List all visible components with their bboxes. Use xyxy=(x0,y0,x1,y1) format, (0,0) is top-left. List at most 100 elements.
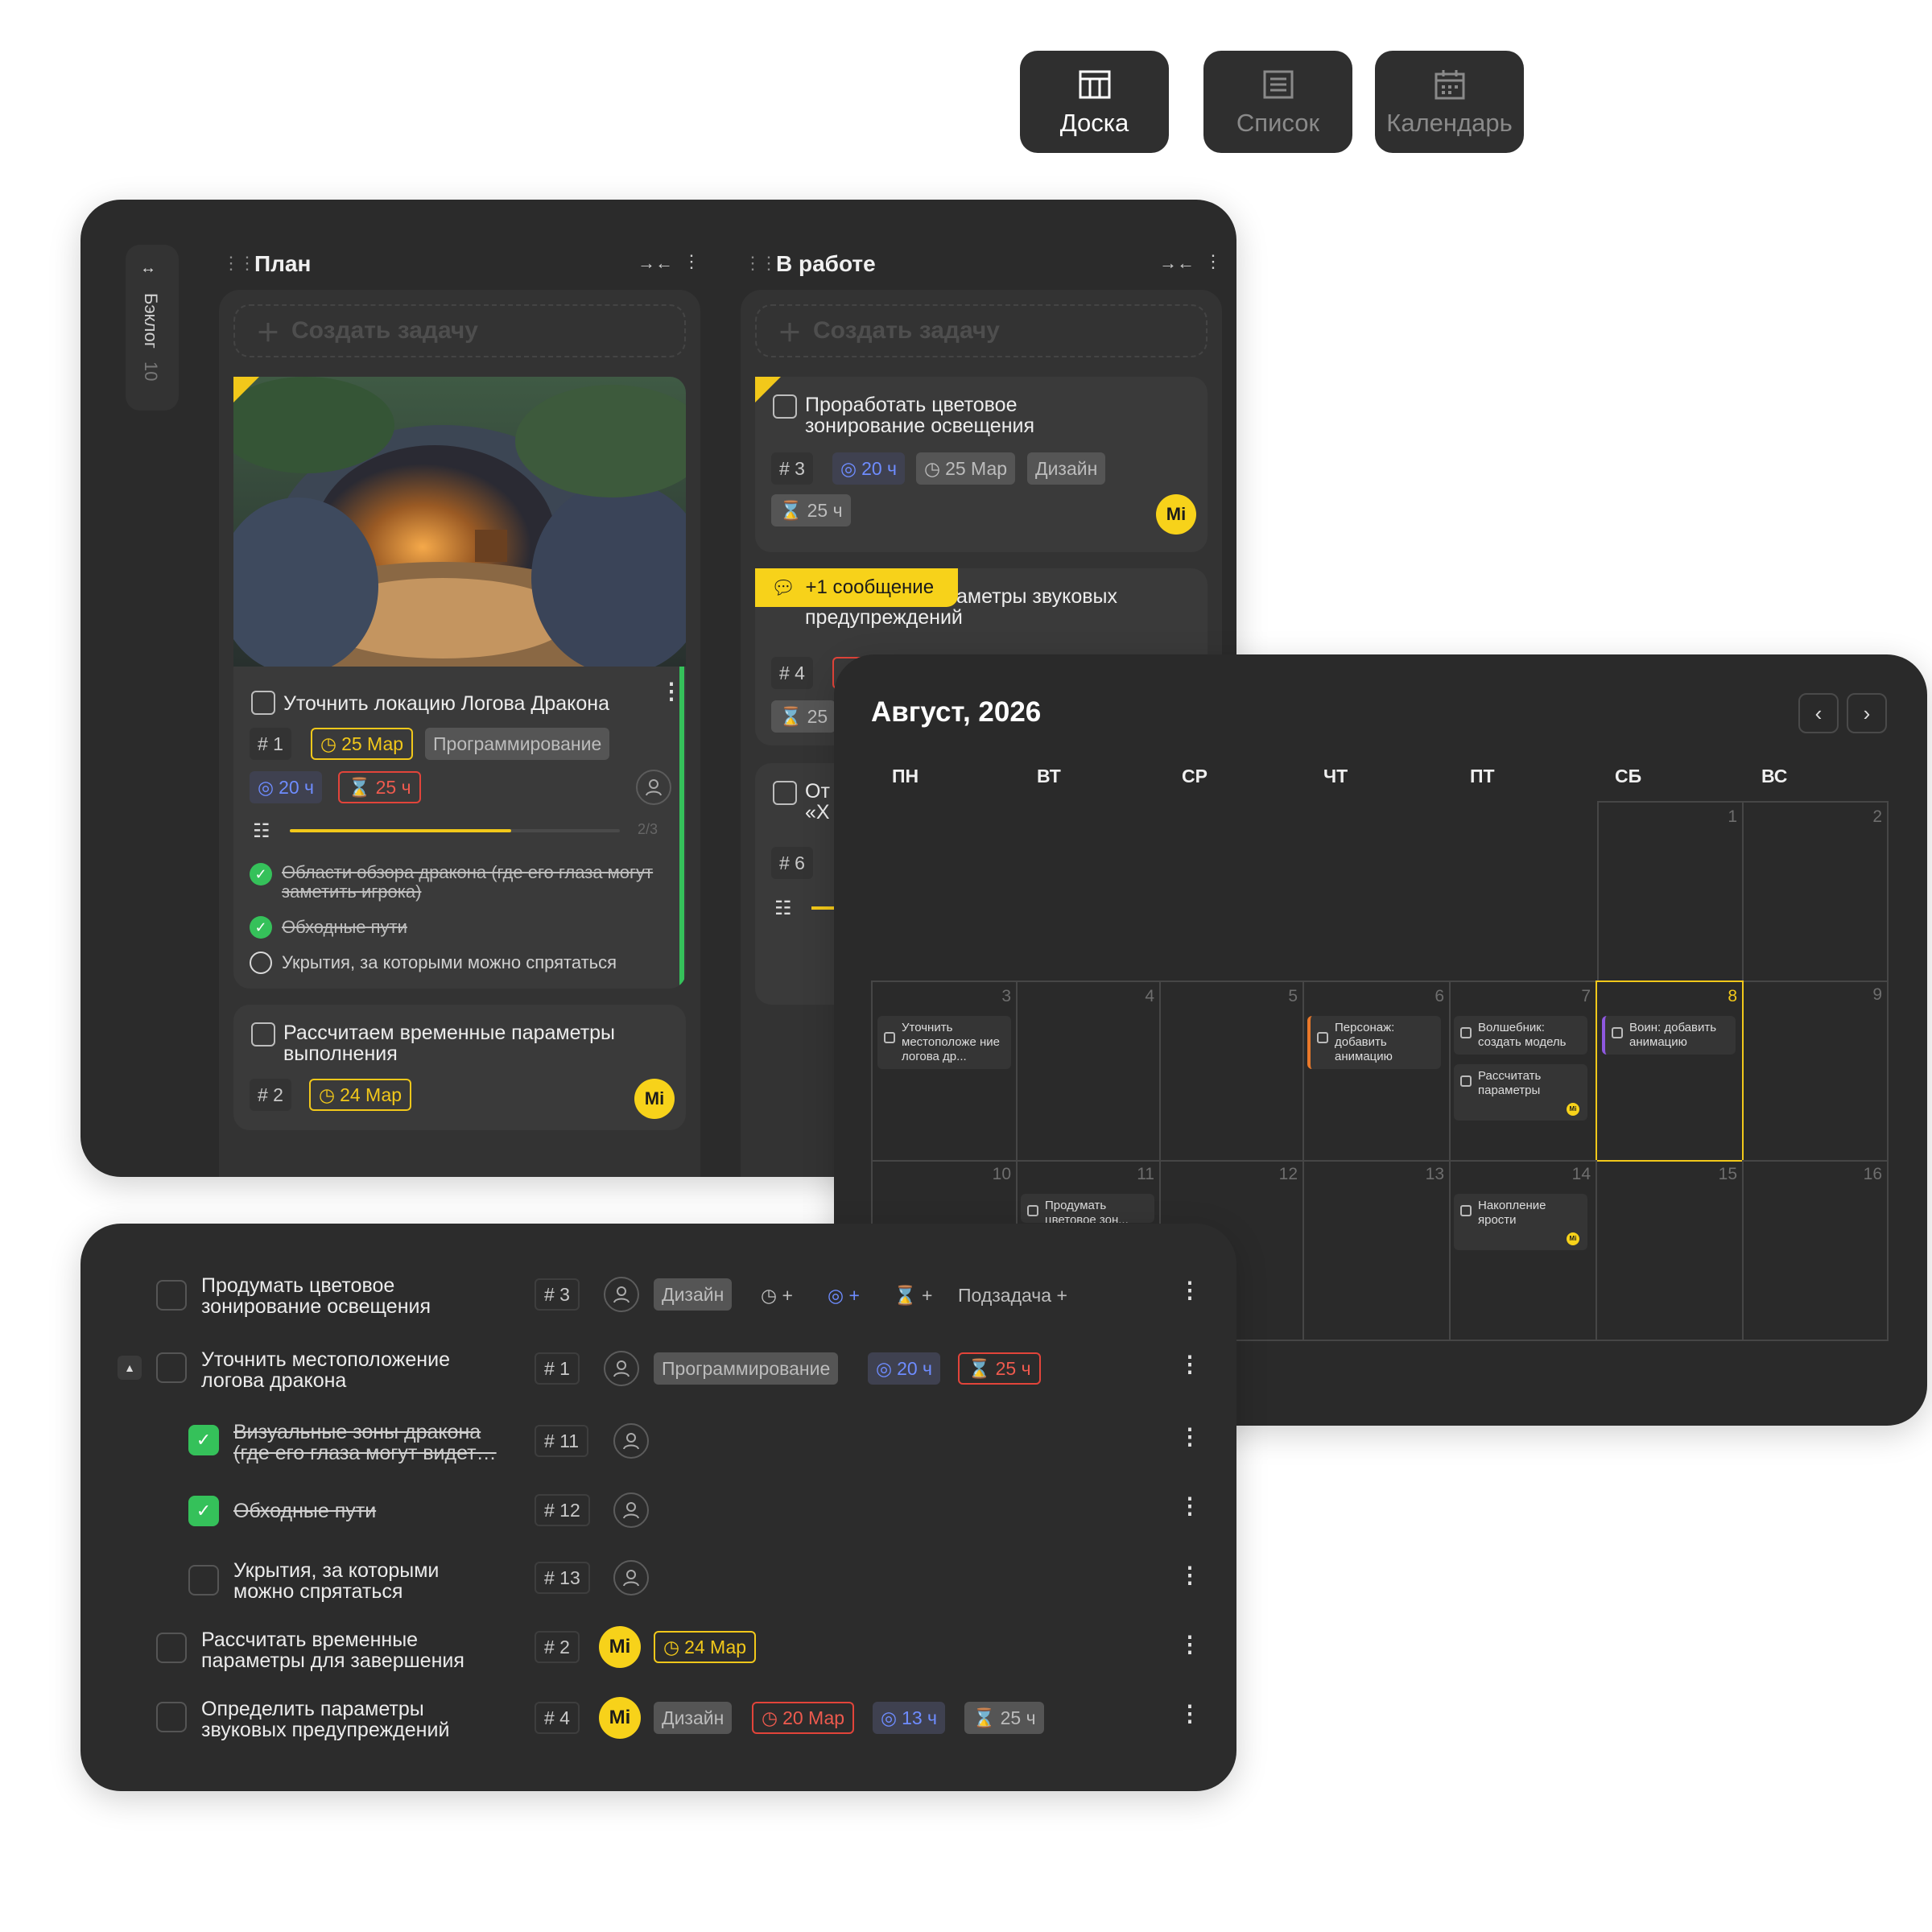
day-cell[interactable]: 13 xyxy=(1302,1160,1451,1341)
spent-chip[interactable]: ⌛ 25 ч xyxy=(338,771,421,803)
task-checkbox[interactable] xyxy=(773,781,797,805)
event-checkbox[interactable] xyxy=(1027,1205,1038,1216)
avatar[interactable]: Mi xyxy=(1156,494,1196,535)
calendar-event[interactable]: Персонаж: добавить анимацию xyxy=(1307,1016,1441,1069)
task-checkbox[interactable] xyxy=(156,1352,187,1383)
add-date-button[interactable]: ◷ + xyxy=(761,1285,793,1307)
event-checkbox[interactable] xyxy=(1612,1027,1623,1038)
task-card[interactable]: Уточнить локацию Логова Дракона ⋮ # 1 ◷ 2… xyxy=(233,377,686,989)
task-checkbox[interactable] xyxy=(251,691,275,715)
spent-chip[interactable]: ⌛ 25 ч xyxy=(964,1702,1044,1734)
calendar-event[interactable]: Накопление ярости Mi xyxy=(1454,1194,1587,1250)
event-checkbox[interactable] xyxy=(1460,1027,1472,1038)
day-cell[interactable]: 7 Волшебник: создать модель Рассчитать п… xyxy=(1449,980,1597,1162)
day-cell[interactable]: 16 xyxy=(1742,1160,1889,1341)
row-menu-icon[interactable]: ⋮ xyxy=(1179,1495,1201,1517)
row-menu-icon[interactable]: ⋮ xyxy=(1179,1703,1201,1725)
event-checkbox[interactable] xyxy=(1460,1075,1472,1087)
column-menu-icon[interactable]: ⋮ xyxy=(683,251,700,272)
due-date-chip[interactable]: ◷ 24 Мар xyxy=(309,1079,412,1111)
day-cell[interactable]: 15 xyxy=(1596,1160,1744,1341)
day-cell[interactable]: 1 xyxy=(1597,801,1744,982)
task-checkbox[interactable] xyxy=(156,1280,187,1311)
subtask-done-icon[interactable]: ✓ xyxy=(250,863,272,886)
estimate-chip[interactable]: ◎ 20 ч xyxy=(868,1352,941,1385)
due-date-chip[interactable]: ◷ 24 Мар xyxy=(654,1631,757,1663)
estimate-chip[interactable]: ◎ 20 ч xyxy=(250,771,323,803)
assignee-placeholder-icon[interactable] xyxy=(604,1277,639,1312)
view-board-button[interactable]: Доска xyxy=(1020,51,1169,153)
row-menu-icon[interactable]: ⋮ xyxy=(1179,1564,1201,1587)
task-menu-icon[interactable]: ⋮ xyxy=(660,680,683,703)
tag-chip[interactable]: Программирование xyxy=(425,728,610,760)
assignee-placeholder-icon[interactable] xyxy=(613,1560,649,1596)
subtask-checkbox[interactable]: ✓ xyxy=(188,1496,219,1526)
row-menu-icon[interactable]: ⋮ xyxy=(1179,1426,1201,1448)
estimate-chip[interactable]: ◎ 20 ч xyxy=(832,452,906,485)
new-message-badge[interactable]: 💬︎ +1 сообщение xyxy=(755,568,959,607)
event-checkbox[interactable] xyxy=(1317,1032,1328,1043)
collapse-column-icon[interactable]: →← xyxy=(1159,253,1195,274)
task-checkbox[interactable] xyxy=(156,1633,187,1663)
avatar[interactable]: Mi xyxy=(599,1697,641,1739)
avatar[interactable]: Mi xyxy=(1567,1103,1579,1116)
create-task-button[interactable]: ＋ Создать задачу xyxy=(233,304,686,357)
due-date-chip[interactable]: ◷ 25 Мар xyxy=(916,452,1016,485)
row-menu-icon[interactable]: ⋮ xyxy=(1179,1633,1201,1656)
avatar[interactable]: Mi xyxy=(599,1626,641,1668)
add-subtask-button[interactable]: Подзадача + xyxy=(958,1285,1067,1307)
assignee-placeholder-icon[interactable] xyxy=(604,1351,639,1386)
event-checkbox[interactable] xyxy=(884,1032,895,1043)
collapse-toggle[interactable]: ▲ xyxy=(118,1356,142,1380)
calendar-event[interactable]: Воин: добавить анимацию xyxy=(1602,1016,1736,1055)
calendar-event[interactable]: Рассчитать параметры Mi xyxy=(1454,1064,1587,1121)
assignee-placeholder-icon[interactable] xyxy=(636,770,671,805)
due-date-chip[interactable]: ◷ 20 Мар xyxy=(752,1702,855,1734)
assignee-placeholder-icon[interactable] xyxy=(613,1492,649,1528)
avatar[interactable]: Mi xyxy=(634,1079,675,1119)
task-card[interactable]: Рассчитаем временные параметры выполнени… xyxy=(233,1005,686,1130)
collapse-column-icon[interactable]: →← xyxy=(638,253,673,274)
day-cell[interactable]: 5 xyxy=(1159,980,1304,1162)
next-month-button[interactable]: › xyxy=(1847,693,1887,733)
day-cell[interactable]: 9 xyxy=(1742,980,1889,1162)
view-calendar-button[interactable]: Календарь xyxy=(1375,51,1524,153)
create-task-button[interactable]: ＋ Создать задачу xyxy=(755,304,1208,357)
avatar[interactable]: Mi xyxy=(1567,1232,1579,1245)
tag-chip[interactable]: Программирование xyxy=(654,1352,839,1385)
add-estimate-button[interactable]: ◎ + xyxy=(828,1285,860,1307)
task-card[interactable]: Проработать цветовое зонирование освещен… xyxy=(755,377,1208,552)
tag-chip[interactable]: Дизайн xyxy=(654,1278,733,1311)
add-spent-button[interactable]: ⌛ + xyxy=(894,1285,932,1307)
calendar-event[interactable]: Волшебник: создать модель xyxy=(1454,1016,1587,1055)
day-cell[interactable]: 3 Уточнить местоположе ние логова др... xyxy=(871,980,1018,1162)
calendar-event[interactable]: Продумать цветовое зон... xyxy=(1021,1194,1154,1223)
subtask-done-icon[interactable]: ✓ xyxy=(250,916,272,939)
task-checkbox[interactable] xyxy=(156,1702,187,1732)
day-cell[interactable]: 4 xyxy=(1016,980,1161,1162)
day-cell[interactable]: 14 Накопление ярости Mi xyxy=(1449,1160,1597,1341)
tag-chip[interactable]: Дизайн xyxy=(654,1702,733,1734)
subtask-checkbox[interactable]: ✓ xyxy=(188,1425,219,1455)
row-menu-icon[interactable]: ⋮ xyxy=(1179,1279,1201,1302)
subtask-checkbox[interactable] xyxy=(188,1565,219,1596)
spent-chip[interactable]: ⌛ 25 xyxy=(771,700,836,733)
assignee-placeholder-icon[interactable] xyxy=(613,1423,649,1459)
due-date-chip[interactable]: ◷ 25 Мар xyxy=(311,728,414,760)
drag-handle-icon[interactable]: ⋮⋮ xyxy=(222,253,256,274)
task-checkbox[interactable] xyxy=(251,1022,275,1046)
drag-handle-icon[interactable]: ⋮⋮ xyxy=(744,253,778,274)
backlog-collapsed[interactable]: ↔ Бэклог 10 xyxy=(126,245,179,411)
view-list-button[interactable]: Список xyxy=(1203,51,1352,153)
tag-chip[interactable]: Дизайн xyxy=(1027,452,1106,485)
spent-chip[interactable]: ⌛ 25 ч xyxy=(771,494,851,526)
row-menu-icon[interactable]: ⋮ xyxy=(1179,1353,1201,1376)
spent-chip[interactable]: ⌛ 25 ч xyxy=(958,1352,1041,1385)
event-checkbox[interactable] xyxy=(1460,1205,1472,1216)
estimate-chip[interactable]: ◎ 13 ч xyxy=(873,1702,946,1734)
day-cell[interactable]: 6 Персонаж: добавить анимацию xyxy=(1302,980,1451,1162)
calendar-event[interactable]: Уточнить местоположе ние логова др... xyxy=(877,1016,1011,1069)
subtask-open-icon[interactable] xyxy=(250,952,272,974)
day-cell[interactable]: 2 xyxy=(1742,801,1889,982)
prev-month-button[interactable]: ‹ xyxy=(1798,693,1839,733)
